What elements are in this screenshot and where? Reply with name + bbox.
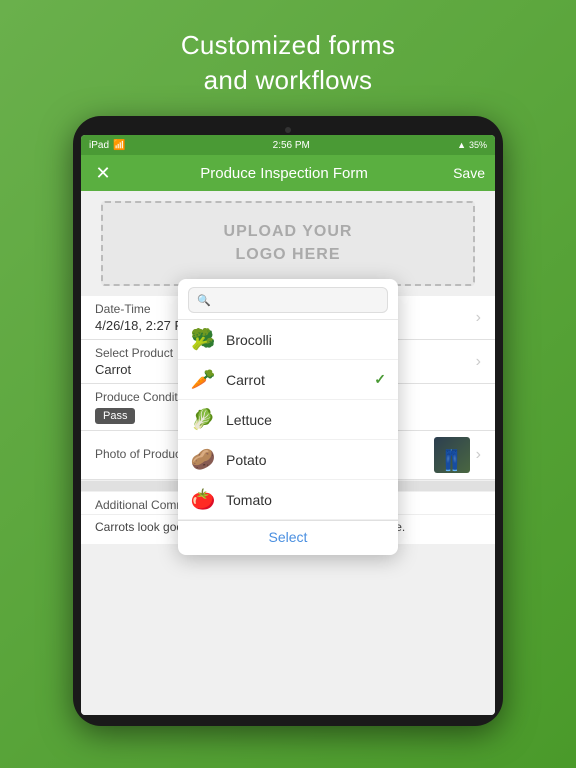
dropdown-item-potato[interactable]: 🥔 Potato xyxy=(178,440,398,480)
lettuce-emoji: 🥬 xyxy=(190,407,216,432)
ipad-screen: iPad 📶 2:56 PM ▲ 35% ✕ Produce Inspectio… xyxy=(81,135,495,715)
battery-label: 35% xyxy=(469,140,487,150)
carrot-checkmark: ✓ xyxy=(374,371,386,388)
status-left: iPad 📶 xyxy=(89,140,125,151)
lettuce-label: Lettuce xyxy=(226,412,386,428)
status-right: ▲ 35% xyxy=(457,140,487,150)
select-product-arrow: › xyxy=(476,353,481,371)
select-button-row: Select xyxy=(178,520,398,555)
dropdown-item-tomato[interactable]: 🍅 Tomato xyxy=(178,480,398,520)
dropdown-item-lettuce[interactable]: 🥬 Lettuce xyxy=(178,400,398,440)
photo-field-arrow: › xyxy=(476,446,481,464)
headline-line1: Customized forms xyxy=(181,30,395,60)
save-button[interactable]: Save xyxy=(453,165,485,181)
close-button[interactable]: ✕ xyxy=(91,161,115,185)
headline-line2: and workflows xyxy=(204,65,373,95)
status-time: 2:56 PM xyxy=(273,140,310,151)
device-label: iPad xyxy=(89,140,109,151)
product-dropdown: 🔍 🥦 Brocolli 🥕 Carrot ✓ 🥬 Lettu xyxy=(178,279,398,555)
photo-thumbnail: 👖 xyxy=(434,437,470,473)
ipad-camera xyxy=(285,127,291,133)
wifi-icon: 📶 xyxy=(113,140,125,151)
logo-placeholder-text: UPLOAD YOURLOGO HERE xyxy=(224,221,353,266)
page-headline: Customized forms and workflows xyxy=(181,28,395,98)
dropdown-search-box[interactable]: 🔍 xyxy=(188,287,388,313)
brocolli-emoji: 🥦 xyxy=(190,327,216,352)
form-content: UPLOAD YOURLOGO HERE Date-Time 4/26/18, … xyxy=(81,191,495,715)
brocolli-label: Brocolli xyxy=(226,332,386,348)
dropdown-item-carrot[interactable]: 🥕 Carrot ✓ xyxy=(178,360,398,400)
potato-label: Potato xyxy=(226,452,386,468)
logo-upload-area[interactable]: UPLOAD YOURLOGO HERE xyxy=(101,201,475,286)
search-icon: 🔍 xyxy=(197,294,211,307)
tomato-label: Tomato xyxy=(226,492,386,508)
signal-icon: ▲ xyxy=(457,140,466,150)
pass-badge: Pass xyxy=(95,408,135,424)
dropdown-search-area: 🔍 xyxy=(178,279,398,320)
nav-bar: ✕ Produce Inspection Form Save xyxy=(81,155,495,191)
ipad-frame: iPad 📶 2:56 PM ▲ 35% ✕ Produce Inspectio… xyxy=(73,116,503,726)
status-bar: iPad 📶 2:56 PM ▲ 35% xyxy=(81,135,495,155)
carrot-emoji: 🥕 xyxy=(190,367,216,392)
nav-title: Produce Inspection Form xyxy=(200,165,368,182)
potato-emoji: 🥔 xyxy=(190,447,216,472)
date-time-arrow: › xyxy=(476,309,481,327)
dropdown-item-brocolli[interactable]: 🥦 Brocolli xyxy=(178,320,398,360)
tomato-emoji: 🍅 xyxy=(190,487,216,512)
select-button[interactable]: Select xyxy=(269,529,308,545)
carrot-label: Carrot xyxy=(226,372,364,388)
close-icon: ✕ xyxy=(95,163,110,184)
